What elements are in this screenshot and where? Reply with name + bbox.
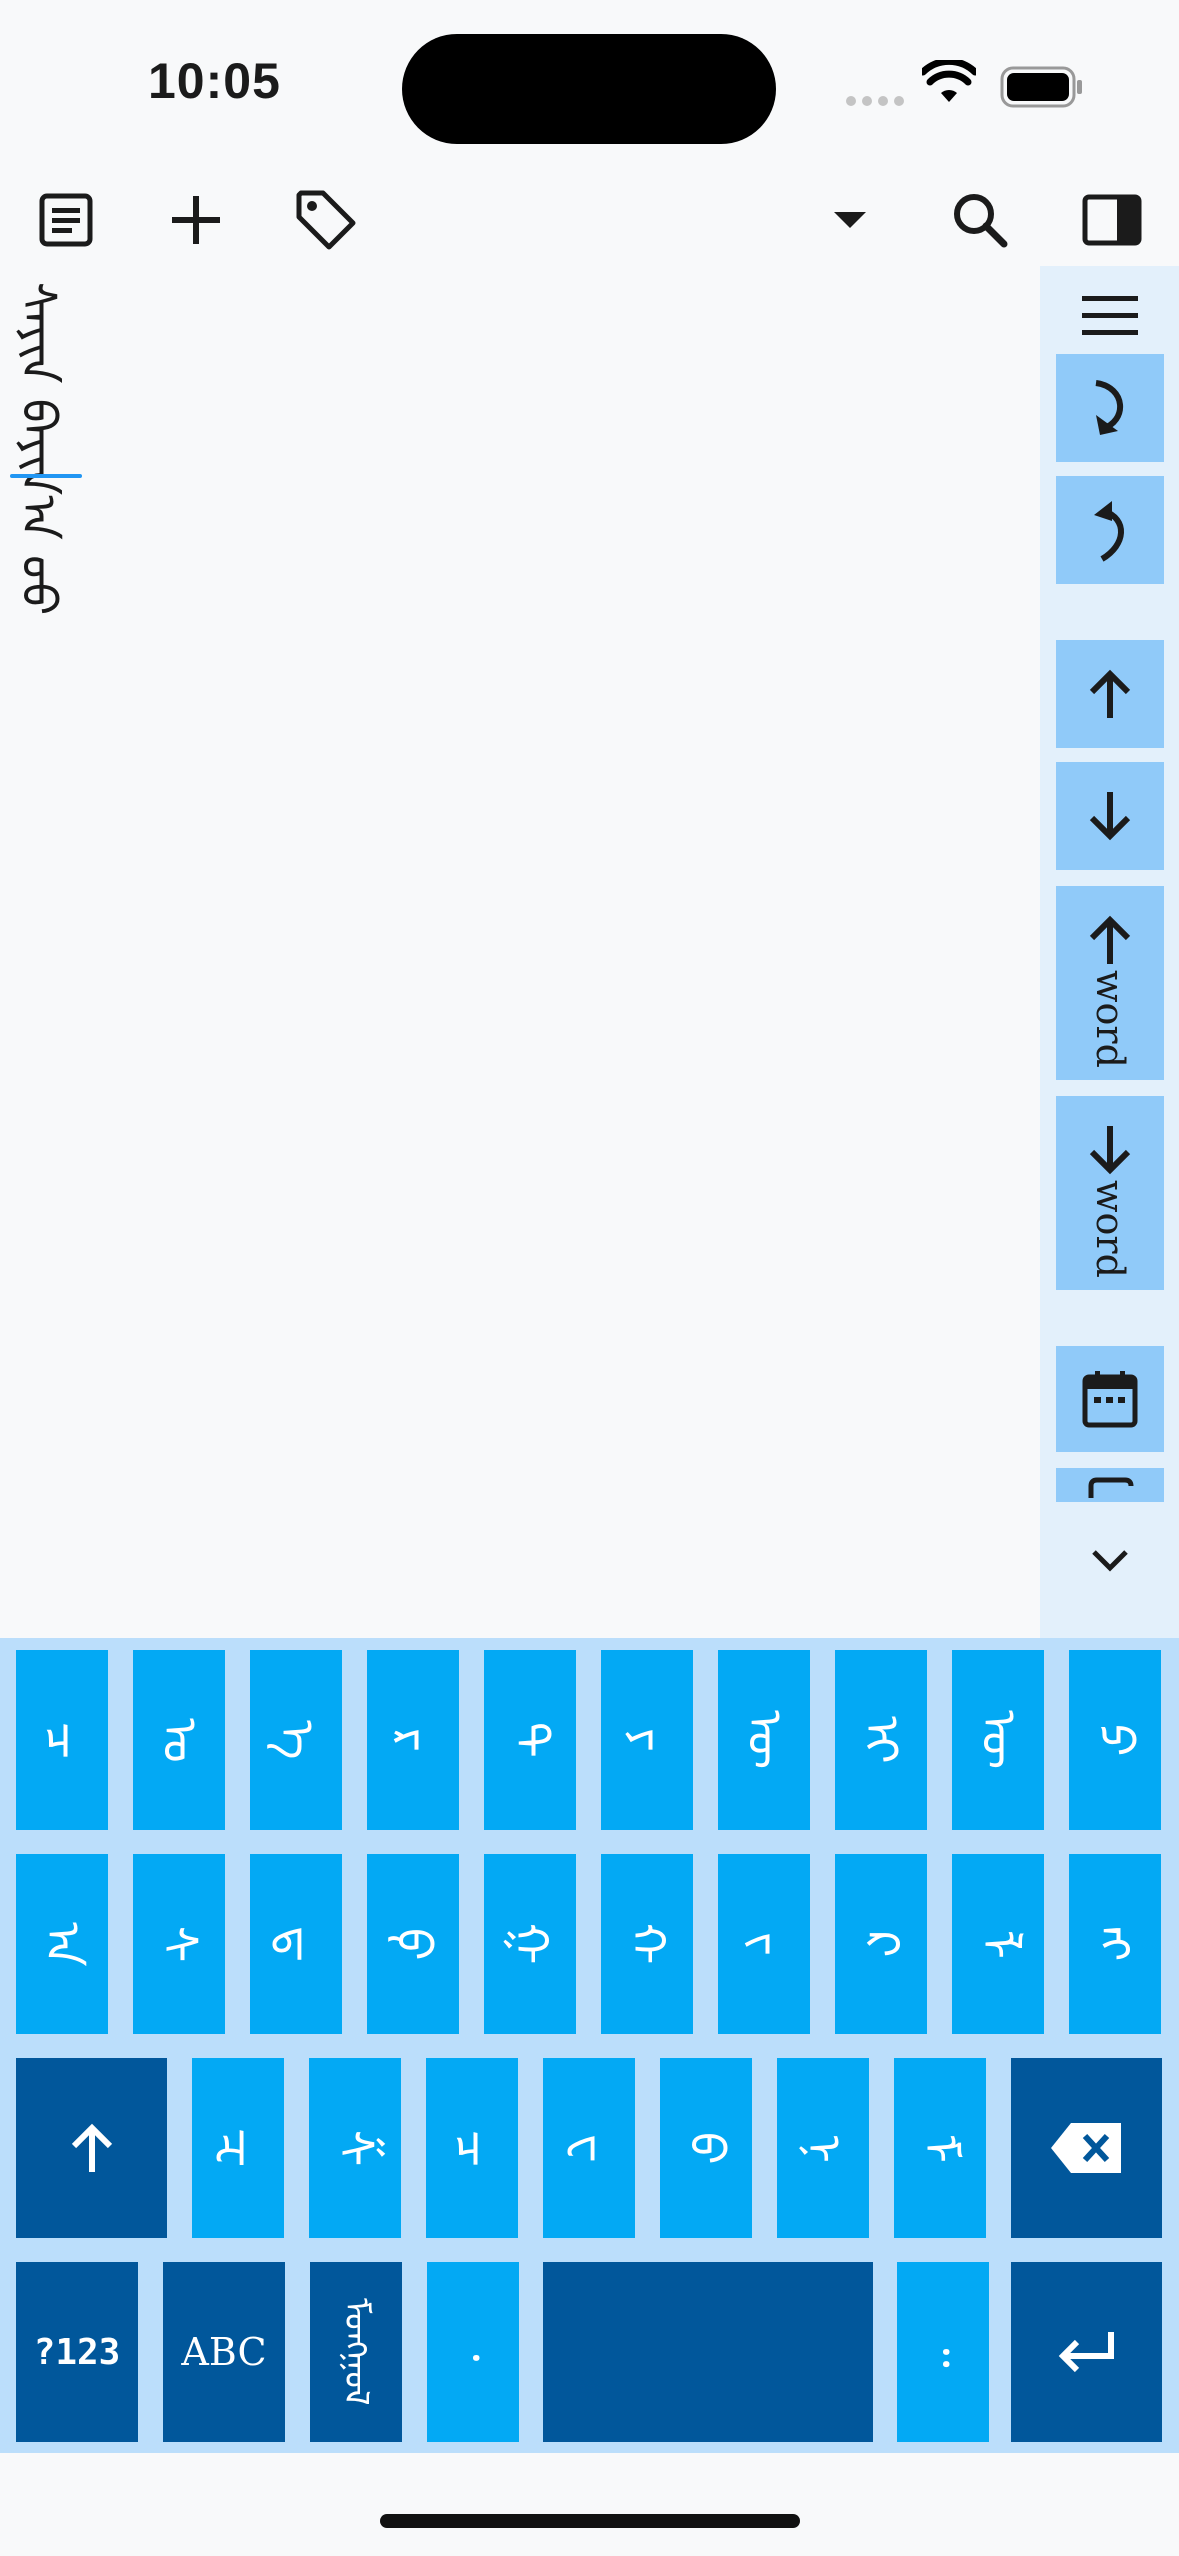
key[interactable]: ᠯ bbox=[952, 1854, 1044, 2034]
key[interactable]: ᠽ bbox=[192, 2058, 284, 2238]
add-icon[interactable] bbox=[156, 180, 236, 260]
mongolian-keyboard: ᠴ ᠣ ᠡ ᠷ ᠲ ᠶ ᠦ ᠢ ᠥ ᠫ ᠠ ᠰ ᠳ ᠹ ᠭ ᠬ ᠵ ᠺ ᠯ ᠩ … bbox=[0, 1638, 1179, 2453]
collapse-chevron-icon[interactable] bbox=[1088, 1546, 1132, 1576]
shift-arrow-icon bbox=[71, 2123, 112, 2172]
cursor-up-button[interactable] bbox=[1056, 640, 1164, 748]
numbers-key[interactable]: ?123 bbox=[16, 2262, 138, 2442]
document-icon[interactable] bbox=[26, 180, 106, 260]
abc-key[interactable]: ABC bbox=[163, 2262, 285, 2442]
key[interactable]: ᠺ bbox=[835, 1854, 927, 2034]
shift-key[interactable] bbox=[16, 2058, 167, 2238]
backspace-key[interactable] bbox=[1011, 2058, 1162, 2238]
key[interactable]: ᠮ bbox=[894, 2058, 986, 2238]
key[interactable]: ᠹ bbox=[367, 1854, 459, 2034]
key[interactable]: ᠴ bbox=[16, 1650, 108, 1830]
undo-icon bbox=[1094, 501, 1124, 562]
word-down-button[interactable]: word bbox=[1056, 1096, 1164, 1290]
arrow-up-icon bbox=[1089, 669, 1131, 718]
arrow-down-icon bbox=[1089, 1126, 1131, 1175]
calendar-icon bbox=[1082, 1371, 1138, 1428]
key[interactable]: ᠨ bbox=[777, 2058, 869, 2238]
key[interactable]: ᠥ bbox=[952, 1650, 1044, 1830]
key[interactable]: ᠶ bbox=[601, 1650, 693, 1830]
mongol-key[interactable]: ᠮᠣᠩᠭᠣᠯ bbox=[310, 2262, 402, 2442]
key[interactable]: ᠸ bbox=[543, 2058, 635, 2238]
arrow-up-icon bbox=[1089, 915, 1131, 964]
space-key[interactable] bbox=[543, 2262, 873, 2442]
key[interactable]: ᠢ bbox=[835, 1650, 927, 1830]
home-indicator bbox=[380, 2514, 800, 2528]
key[interactable]: ᠰ bbox=[133, 1854, 225, 2034]
dynamic-island bbox=[402, 34, 776, 144]
search-icon[interactable] bbox=[940, 180, 1020, 260]
side-panel-icon[interactable] bbox=[1072, 180, 1152, 260]
undo-button[interactable] bbox=[1056, 476, 1164, 584]
arrow-down-icon bbox=[1089, 792, 1131, 841]
key[interactable]: ᠵ bbox=[718, 1854, 810, 2034]
enter-icon bbox=[1058, 2332, 1114, 2373]
key[interactable]: ᠭ bbox=[484, 1854, 576, 2034]
cursor-down-button[interactable] bbox=[1056, 762, 1164, 870]
redo-button[interactable] bbox=[1056, 354, 1164, 462]
menu-icon[interactable] bbox=[1076, 292, 1144, 340]
word-down-label: word bbox=[1088, 1180, 1132, 1278]
key[interactable]: ᠬ bbox=[601, 1854, 693, 2034]
cellular-icon bbox=[846, 96, 906, 108]
battery-icon bbox=[1000, 66, 1082, 108]
period-key[interactable]: ᠃ bbox=[897, 2262, 989, 2442]
key[interactable]: ᠲ bbox=[484, 1650, 576, 1830]
word-up-button[interactable]: word bbox=[1056, 886, 1164, 1080]
editor-text[interactable]: ᠰᠠᠶᠢᠨ ᠪᠠᠶᠢᠨ᠎ᠠ ᠤᠤ bbox=[10, 282, 66, 615]
wifi-icon bbox=[922, 60, 976, 102]
key[interactable]: ᠷ bbox=[367, 1650, 459, 1830]
status-time: 10:05 bbox=[148, 53, 281, 109]
tag-icon[interactable] bbox=[286, 180, 366, 260]
key[interactable]: ᠳ bbox=[250, 1854, 342, 2034]
key[interactable]: ᠩ bbox=[1069, 1854, 1161, 2034]
key[interactable]: ᠣ bbox=[133, 1650, 225, 1830]
calendar-button[interactable] bbox=[1056, 1346, 1164, 1452]
key[interactable]: ᠠ bbox=[16, 1854, 108, 2034]
text-cursor bbox=[10, 474, 82, 478]
dropdown-arrow-icon[interactable] bbox=[810, 180, 890, 260]
copy-icon bbox=[1088, 1477, 1134, 1498]
key[interactable]: ᠴ bbox=[426, 2058, 518, 2238]
backspace-icon bbox=[1050, 2123, 1121, 2173]
redo-icon bbox=[1095, 380, 1123, 435]
enter-key[interactable] bbox=[1011, 2262, 1162, 2442]
key[interactable]: ᠱ bbox=[309, 2058, 401, 2238]
key[interactable]: ᠦ bbox=[718, 1650, 810, 1830]
comma-key[interactable]: ᠂ bbox=[427, 2262, 519, 2442]
key[interactable]: ᠪ bbox=[660, 2058, 752, 2238]
key[interactable]: ᠫ bbox=[1069, 1650, 1161, 1830]
key[interactable]: ᠡ bbox=[250, 1650, 342, 1830]
copy-button[interactable] bbox=[1056, 1468, 1164, 1502]
word-up-label: word bbox=[1088, 970, 1132, 1068]
